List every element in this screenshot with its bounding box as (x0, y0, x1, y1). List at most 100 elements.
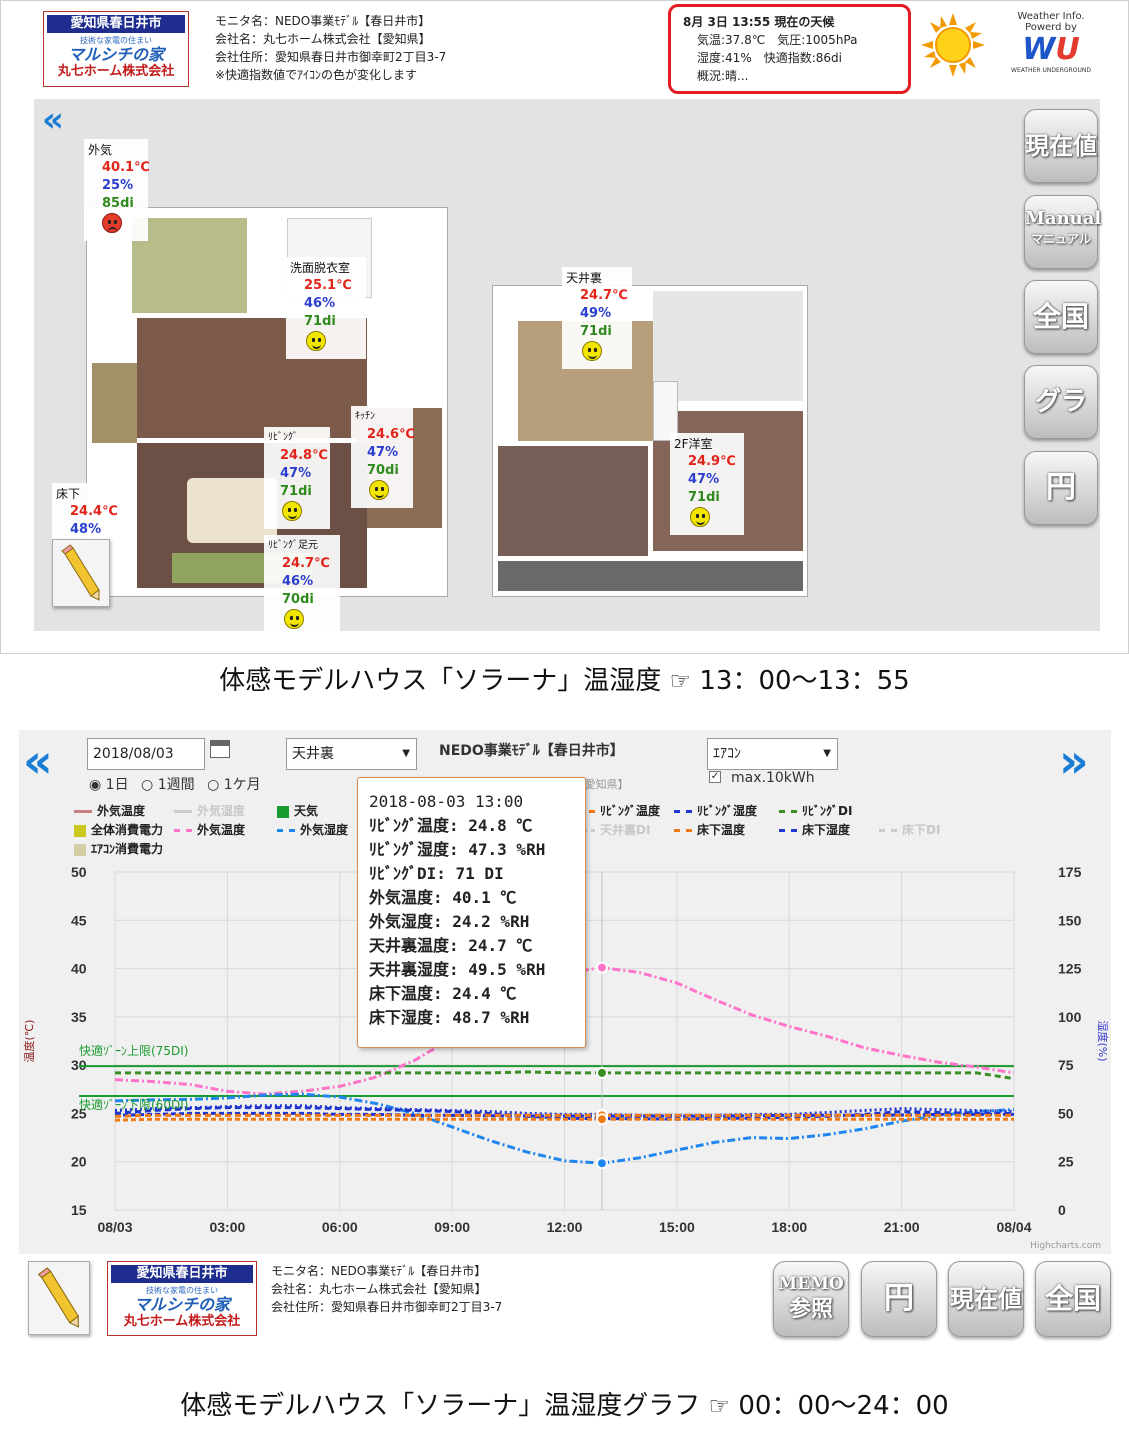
legend-label: 全体消費電力 (91, 823, 164, 837)
sensor-temp: 24.9℃ (688, 454, 736, 469)
tooltip-row: 外気湿度: 24.2 %RH (369, 912, 530, 931)
legend-swatch (74, 843, 86, 856)
sensor-humidity: 46% (304, 296, 336, 311)
range-1week-radio[interactable]: ○ 1週間 (141, 777, 195, 793)
sensor-humidity: 47% (280, 466, 312, 481)
wu-underground: WEATHER UNDERGROUND (1011, 67, 1091, 74)
y-tick-label: 50 (71, 864, 87, 880)
logo-city: 愛知県春日井市 (111, 1265, 253, 1283)
tooltip-row: ﾘﾋﾞﾝｸﾞDI: 71 DI (369, 864, 504, 883)
company-address: 会社住所：愛知県春日井市御幸町2丁目3-7 (271, 1300, 503, 1314)
date-input-value: 2018/08/03 (93, 746, 174, 762)
legend-item[interactable]: 外気湿度 (277, 821, 348, 838)
sensor-humidity: 48% (70, 522, 102, 537)
wu-mark: WU (1022, 32, 1080, 67)
legend-item[interactable]: 天気 (277, 802, 318, 819)
room-stairs (92, 363, 137, 443)
logo-house: マルシチの家 (67, 45, 164, 64)
weather-temp-pressure: 気温:37.8℃ 気圧:1005hPa (697, 33, 858, 47)
sensor-living-foot: ﾘﾋﾞﾝｸﾞ足元 24.7℃ 46% 70di (264, 535, 340, 637)
sensor-name: 床下 (56, 487, 81, 501)
memo-button-label: MEMO (778, 1274, 844, 1294)
legend-swatch (277, 805, 289, 818)
weather-underground-logo: Weather Info. Powerd by WU WEATHER UNDER… (1006, 11, 1096, 81)
range-1month-radio[interactable]: ○ 1ケ月 (207, 777, 261, 793)
room-lower-left (498, 446, 648, 556)
legend-item[interactable]: 全体消費電力 (74, 821, 163, 838)
sun-icon (921, 13, 985, 77)
sensor-humidity: 47% (688, 472, 720, 487)
y-tick-label: 35 (71, 1009, 87, 1025)
x-tick-label: 08/04 (996, 1219, 1031, 1235)
legend-item[interactable]: 天井裏DI (577, 821, 650, 838)
range-label: 1日 (105, 777, 129, 793)
memo-reference-button[interactable]: MEMO 参照 (773, 1261, 849, 1337)
tooltip-row: 床下温度: 24.4 ℃ (369, 984, 517, 1003)
company-name: 会社名：丸七ホーム株式会社【愛知県】 (271, 1282, 487, 1296)
tooltip-row: 外気温度: 40.1 ℃ (369, 888, 517, 907)
bottom-caption-text: 体感モデルハウス「ソラーナ」温湿度グラフ (180, 1391, 701, 1421)
logo-corp: 丸七ホーム株式会社 (57, 64, 175, 79)
y2-tick-label: 50 (1058, 1105, 1074, 1121)
sensor-name: ﾘﾋﾞﾝｸﾞ (268, 432, 298, 443)
circle-button-label: 円 (884, 1281, 914, 1316)
y2-tick-label: 175 (1058, 864, 1082, 880)
legend-item[interactable]: 床下湿度 (779, 821, 850, 838)
sensor-kitchen: ｷｯﾁﾝ 24.6℃ 47% 70di (351, 406, 415, 508)
legend-item[interactable]: ﾘﾋﾞﾝｸﾞDI (779, 802, 852, 819)
zone-lower-label: 快適ｿﾞｰﾝ下限(60DI) (79, 1098, 189, 1112)
circle-button[interactable]: 円 (1024, 451, 1098, 525)
now-button-label: 現在値 (1025, 131, 1097, 160)
back-arrow-icon[interactable]: « (42, 103, 64, 137)
legend-label: 床下DI (902, 823, 941, 837)
sensor-humidity: 47% (367, 445, 399, 460)
memo-pencil-button-bottom[interactable] (28, 1261, 90, 1335)
prev-day-arrow-icon[interactable]: « (23, 738, 53, 784)
max-label: max.10kWh (731, 770, 815, 786)
location-select-value: 天井裏 (292, 746, 334, 762)
hover-point (595, 1113, 608, 1126)
top-caption-time: 13：00〜13：55 (699, 666, 910, 696)
now-button-bottom[interactable]: 現在値 (948, 1261, 1024, 1337)
max-checkbox[interactable]: ✓ (709, 771, 721, 783)
now-button[interactable]: 現在値 (1024, 109, 1098, 183)
tooltip-row: ﾘﾋﾞﾝｸﾞ湿度: 47.3 %RH (369, 840, 546, 859)
legend-item[interactable]: 外気温度 (174, 821, 245, 838)
sensor-temp: 40.1℃ (102, 160, 150, 175)
date-input[interactable]: 2018/08/03 (87, 738, 205, 770)
sensor-name: 外気 (88, 143, 113, 157)
graph-button[interactable]: グラフ (1024, 365, 1098, 489)
y2-tick-label: 0 (1058, 1202, 1066, 1218)
manual-button[interactable]: Manual マニュアル (1024, 195, 1101, 269)
range-1day-radio[interactable]: ◉ 1日 (89, 777, 129, 793)
logo-house: マルシチの家 (133, 1295, 230, 1314)
device-select-value: ｴｱｺﾝ (713, 746, 741, 762)
legend-item[interactable]: ｴｱｺﾝ消費電力 (74, 840, 163, 857)
legend-label: 外気温度 (97, 804, 146, 818)
calendar-icon[interactable] (210, 740, 230, 758)
legend-item[interactable]: 床下温度 (674, 821, 745, 838)
memo-pencil-button[interactable] (52, 539, 110, 607)
legend-item[interactable]: ﾘﾋﾞﾝｸﾞ湿度 (674, 802, 757, 819)
device-select[interactable]: ｴｱｺﾝ ▼ (707, 738, 838, 770)
sensor-temp: 24.4℃ (70, 504, 118, 519)
sensor-2f-western: 2F洋室 24.9℃ 47% 71di (670, 433, 744, 535)
national-button[interactable]: 全国 (1024, 280, 1098, 354)
chart-title: NEDO事業ﾓﾃﾞﾙ【春日井市】 (439, 743, 624, 759)
company-logo: 愛知県春日井市 技術な家電の住まい マルシチの家 丸七ホーム株式会社 (43, 11, 189, 87)
legend-item[interactable]: 床下DI (879, 821, 940, 838)
x-tick-label: 15:00 (659, 1219, 695, 1235)
location-select[interactable]: 天井裏 ▼ (286, 738, 417, 770)
smiley-face-icon (582, 341, 602, 361)
y-axis-title: 温度(℃) (22, 1020, 36, 1063)
room-bath (653, 381, 678, 441)
chart-credits[interactable]: Highcharts.com (1030, 1241, 1101, 1251)
national-button-bottom[interactable]: 全国 (1035, 1261, 1111, 1337)
legend-label: 外気湿度 (197, 804, 246, 818)
next-day-arrow-icon[interactable]: » (1059, 738, 1089, 784)
x-tick-label: 03:00 (209, 1219, 245, 1235)
legend-item[interactable]: ﾘﾋﾞﾝｸﾞ温度 (577, 802, 660, 819)
circle-button-bottom[interactable]: 円 (861, 1261, 937, 1337)
legend-item[interactable]: 外気温度 (74, 802, 145, 819)
legend-item[interactable]: 外気湿度 (174, 802, 245, 819)
